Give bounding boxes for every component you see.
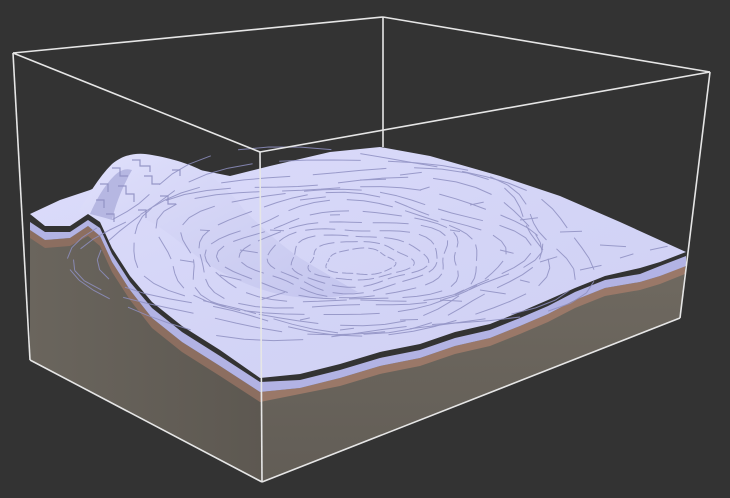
ridge-mark (559, 230, 583, 233)
ridge-mark (399, 319, 419, 321)
3d-viewport[interactable] (0, 0, 730, 498)
bounding-box-back (12, 16, 711, 147)
ridge-mark (199, 229, 211, 232)
voxel-terrain-scene (12, 16, 711, 483)
